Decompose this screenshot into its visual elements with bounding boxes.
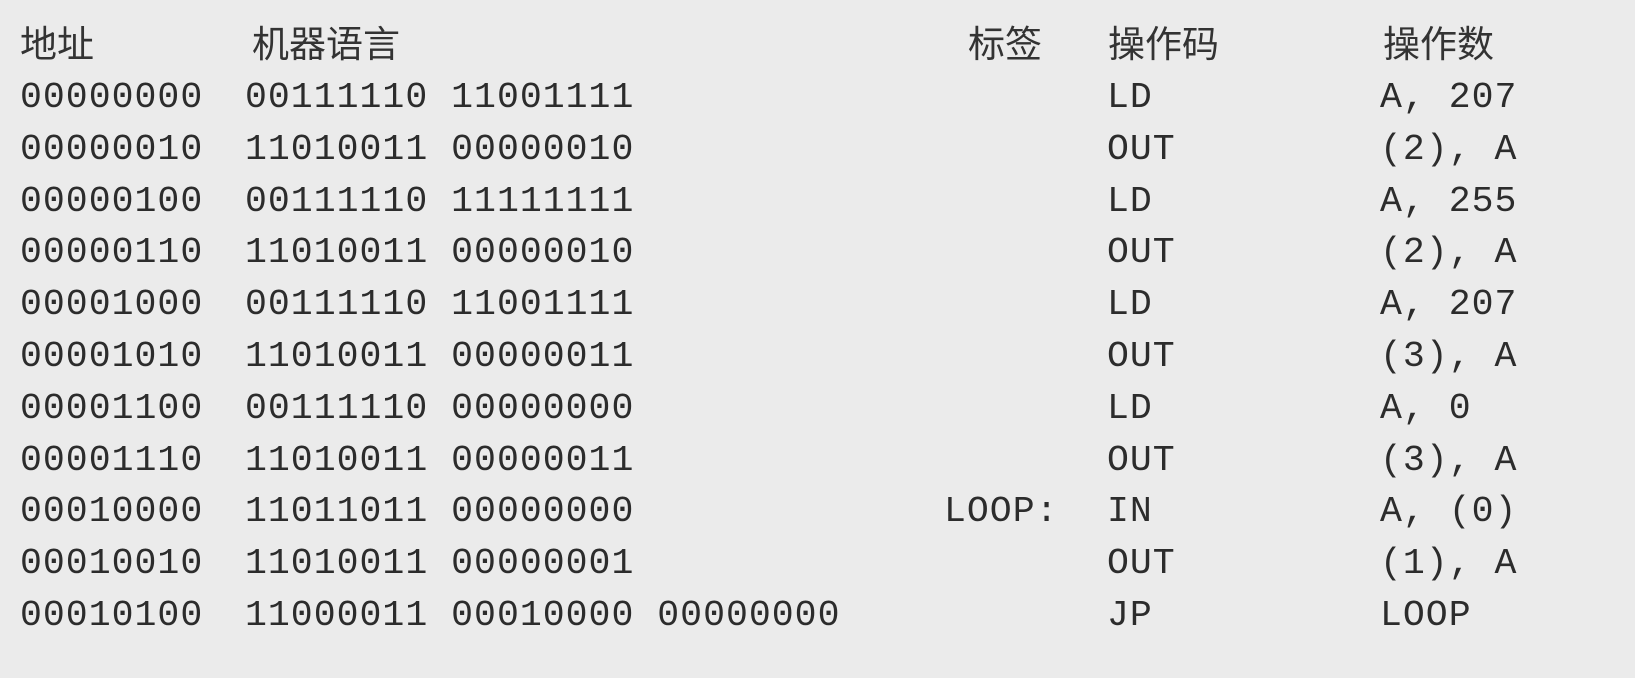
cell-address: 00010010: [20, 543, 204, 584]
cell-opcode: LD: [1107, 77, 1153, 118]
cell-operand: (2), A: [1380, 129, 1518, 170]
cell-address: 00001000: [20, 284, 204, 325]
cell-machine: 11011011 00000000: [245, 491, 635, 532]
cell-operand: (2), A: [1380, 232, 1518, 273]
cell-opcode: OUT: [1107, 232, 1176, 273]
cell-machine: 00111110 11111111: [245, 181, 635, 222]
cell-opcode: OUT: [1107, 129, 1176, 170]
cell-operand: (3), A: [1380, 336, 1518, 377]
header-address: 地址: [20, 23, 94, 66]
cell-address: 00001010: [20, 336, 204, 377]
cell-address: 00010000: [20, 491, 204, 532]
cell-label: LOOP:: [944, 491, 1059, 532]
cell-opcode: IN: [1107, 491, 1153, 532]
cell-opcode: OUT: [1107, 440, 1176, 481]
cell-machine: 11010011 00000010: [245, 129, 635, 170]
cell-machine: 00111110 00000000: [245, 388, 635, 429]
cell-machine: 11010011 00000011: [245, 336, 635, 377]
cell-address: 00000110: [20, 232, 204, 273]
cell-machine: 11010011 00000010: [245, 232, 635, 273]
cell-address: 00010100: [20, 595, 204, 636]
cell-machine: 00111110 11001111: [245, 77, 635, 118]
cell-opcode: LD: [1107, 181, 1153, 222]
cell-machine: 11010011 00000011: [245, 440, 635, 481]
header-label: 标签: [968, 23, 1042, 66]
cell-operand: (3), A: [1380, 440, 1518, 481]
header-opcode: 操作码: [1108, 23, 1219, 66]
cell-address: 00000010: [20, 129, 204, 170]
cell-opcode: JP: [1107, 595, 1153, 636]
cell-machine: 11000011 00010000 00000000: [245, 595, 841, 636]
cell-operand: (1), A: [1380, 543, 1518, 584]
cell-operand: LOOP: [1380, 595, 1472, 636]
header-operand: 操作数: [1383, 23, 1494, 66]
header-machine-language: 机器语言: [252, 23, 400, 66]
cell-address: 00000000: [20, 77, 204, 118]
assembly-listing-table: 地址 机器语言 标签 操作码 操作数 00000000 00111110 1100…: [0, 0, 1635, 678]
cell-operand: A, 207: [1380, 284, 1518, 325]
cell-machine: 11010011 00000001: [245, 543, 635, 584]
cell-operand: A, (0): [1380, 491, 1518, 532]
cell-address: 00001110: [20, 440, 204, 481]
cell-machine: 00111110 11001111: [245, 284, 635, 325]
cell-operand: A, 0: [1380, 388, 1472, 429]
cell-operand: A, 207: [1380, 77, 1518, 118]
cell-address: 00001100: [20, 388, 204, 429]
cell-opcode: OUT: [1107, 336, 1176, 377]
cell-address: 00000100: [20, 181, 204, 222]
cell-opcode: LD: [1107, 388, 1153, 429]
cell-operand: A, 255: [1380, 181, 1518, 222]
cell-opcode: OUT: [1107, 543, 1176, 584]
cell-opcode: LD: [1107, 284, 1153, 325]
